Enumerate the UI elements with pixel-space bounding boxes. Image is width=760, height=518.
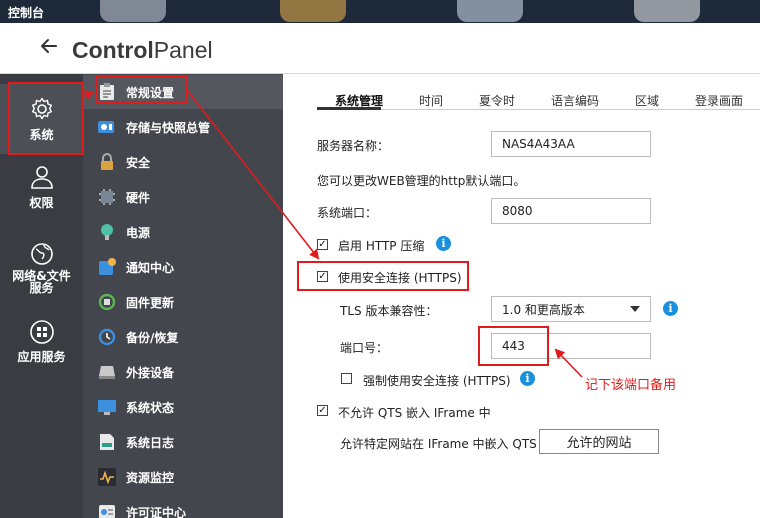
rail-item-system[interactable]: 系统 — [0, 84, 83, 154]
info-icon[interactable]: i — [436, 236, 451, 251]
http-compress-checkbox[interactable]: ✓ — [317, 239, 328, 250]
submenu-item-storage[interactable]: 存储与快照总管 — [83, 110, 283, 144]
submenu-item-security[interactable]: 安全 — [83, 145, 283, 179]
rail-item-label: 系统 — [29, 128, 54, 142]
info-icon[interactable]: i — [663, 301, 678, 316]
no-iframe-label: 不允许 QTS 嵌入 IFrame 中 — [338, 406, 491, 420]
background-app-icon — [634, 0, 700, 22]
tab-login-screen[interactable]: 登录画面 — [695, 92, 743, 109]
background-app-icon — [100, 0, 166, 22]
arrow-left-icon[interactable] — [38, 35, 60, 64]
storage-icon — [96, 117, 118, 137]
gear-icon — [31, 97, 52, 120]
submenu-item-label: 通知中心 — [126, 260, 175, 275]
force-https-label: 强制使用安全连接 (HTTPS) — [363, 374, 511, 388]
rail-item-label: 应用服务 — [17, 350, 66, 364]
submenu-item-label: 电源 — [126, 225, 151, 240]
window-title: 控制台 — [8, 6, 45, 20]
submenu-item-resource[interactable]: 资源监控 — [83, 460, 283, 494]
submenu-item-label: 系统日志 — [126, 435, 175, 450]
system-port-label: 系统端口： — [317, 206, 378, 220]
rail-item-label: 网络&文件 服务 — [12, 269, 71, 295]
http-compress-label: 启用 HTTP 压缩 — [338, 239, 425, 253]
submenu-item-firmware[interactable]: 固件更新 — [83, 285, 283, 319]
license-icon — [96, 502, 118, 518]
server-name-field[interactable]: NAS4A43AA — [491, 131, 651, 157]
chip-icon — [96, 187, 118, 207]
window-titlebar: 控制台 — [0, 0, 760, 23]
tab-dst[interactable]: 夏令时 — [479, 92, 515, 109]
bulb-icon — [96, 222, 118, 242]
background-app-icon — [457, 0, 523, 22]
rail-item-label: 权限 — [29, 196, 54, 210]
rail-item-apps[interactable]: 应用服务 — [0, 320, 83, 380]
submenu-item-label: 系统状态 — [126, 400, 175, 415]
submenu-item-label: 许可证中心 — [126, 505, 187, 518]
submenu-item-label: 硬件 — [126, 190, 151, 205]
active-tab-indicator — [317, 107, 381, 110]
external-device-icon — [96, 362, 118, 382]
submenu-item-backup[interactable]: 备份/恢复 — [83, 320, 283, 354]
category-rail: 系统 权限 网络&文件 服务 应用服务 — [0, 74, 83, 518]
rail-item-permissions[interactable]: 权限 — [0, 164, 83, 224]
submenu-item-label: 安全 — [126, 155, 151, 170]
submenu-item-notification[interactable]: 通知中心 — [83, 250, 283, 284]
tab-language[interactable]: 语言编码 — [551, 92, 599, 109]
tls-label: TLS 版本兼容性： — [340, 304, 438, 318]
pulse-icon — [96, 467, 118, 487]
user-icon — [30, 166, 53, 189]
app-header: ControlPanel — [0, 23, 760, 74]
submenu-item-label: 备份/恢复 — [126, 330, 179, 345]
lock-icon — [96, 152, 118, 172]
annotation-note: 记下该端口备用 — [585, 378, 677, 393]
submenu-item-log[interactable]: 系统日志 — [83, 425, 283, 459]
log-file-icon — [96, 432, 118, 452]
submenu-item-label: 常规设置 — [126, 85, 175, 100]
https-checkbox[interactable]: ✓ — [317, 271, 328, 282]
allow-iframe-label: 允许特定网站在 IFrame 中嵌入 QTS — [340, 437, 537, 451]
https-port-label: 端口号： — [340, 341, 389, 355]
submenu-item-hardware[interactable]: 硬件 — [83, 180, 283, 214]
monitor-icon — [96, 397, 118, 417]
server-name-label: 服务器名称： — [317, 139, 390, 153]
submenu-item-license[interactable]: 许可证中心 — [83, 495, 283, 518]
settings-submenu: 常规设置 存储与快照总管 安全 硬件 电源 通知中心 固件更新 备份/恢复 外接… — [83, 74, 283, 518]
tab-region[interactable]: 区域 — [635, 92, 659, 109]
app-brand: ControlPanel — [72, 37, 213, 63]
settings-content: 系统管理 时间 夏令时 语言编码 区域 登录画面 服务器名称： NAS4A43A… — [283, 74, 760, 518]
submenu-item-label: 固件更新 — [126, 295, 175, 310]
tab-time[interactable]: 时间 — [419, 92, 443, 109]
notification-icon — [96, 257, 118, 277]
submenu-item-power[interactable]: 电源 — [83, 215, 283, 249]
rail-item-network[interactable]: 网络&文件 服务 — [0, 242, 83, 312]
system-port-field[interactable]: 8080 — [491, 198, 651, 224]
force-https-checkbox[interactable] — [341, 373, 352, 384]
clipboard-icon — [96, 82, 118, 102]
submenu-item-external[interactable]: 外接设备 — [83, 355, 283, 389]
apps-icon — [29, 320, 54, 344]
tls-version-select[interactable]: 1.0 和更高版本 — [491, 296, 651, 322]
submenu-item-label: 存储与快照总管 — [126, 120, 211, 135]
http-port-hint: 您可以更改WEB管理的http默认端口。 — [317, 174, 526, 188]
tls-version-value: 1.0 和更高版本 — [502, 302, 585, 317]
info-icon[interactable]: i — [520, 371, 535, 386]
allowed-sites-button[interactable]: 允许的网站 — [539, 429, 659, 454]
background-app-icon — [280, 0, 346, 22]
submenu-item-general[interactable]: 常规设置 — [83, 75, 283, 109]
firmware-update-icon — [96, 292, 118, 312]
tab-divider — [317, 109, 760, 110]
caret-down-icon — [630, 306, 640, 312]
globe-icon — [30, 243, 53, 265]
submenu-item-status[interactable]: 系统状态 — [83, 390, 283, 424]
submenu-item-label: 资源监控 — [126, 470, 175, 485]
backup-icon — [96, 327, 118, 347]
submenu-item-label: 外接设备 — [126, 365, 175, 380]
https-label: 使用安全连接 (HTTPS) — [338, 271, 462, 285]
no-iframe-checkbox[interactable]: ✓ — [317, 405, 328, 416]
https-port-field[interactable]: 443 — [491, 333, 651, 359]
